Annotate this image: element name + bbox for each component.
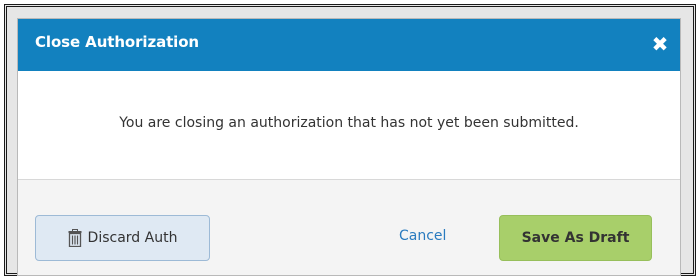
close-authorization-dialog: Close Authorization ✖ You are closing an… (17, 18, 681, 276)
dialog-titlebar: Close Authorization ✖ (18, 19, 680, 71)
dialog-message: You are closing an authorization that ha… (119, 115, 579, 131)
cancel-link[interactable]: Cancel (399, 228, 446, 244)
trash-icon (68, 229, 82, 248)
dialog-body: You are closing an authorization that ha… (18, 71, 680, 181)
discard-auth-label: Discard Auth (87, 230, 178, 246)
dialog-footer: Discard Auth Cancel Save As Draft (18, 179, 680, 275)
save-as-draft-button[interactable]: Save As Draft (499, 215, 652, 261)
dialog-title: Close Authorization (35, 33, 200, 51)
close-icon[interactable]: ✖ (648, 31, 672, 57)
discard-auth-button[interactable]: Discard Auth (35, 215, 210, 261)
